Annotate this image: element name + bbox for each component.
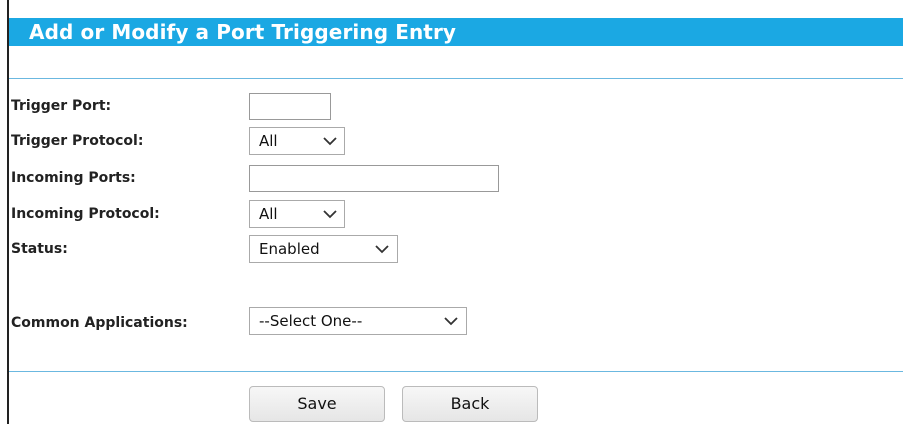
status-select[interactable]: Enabled bbox=[249, 235, 398, 263]
status-label: Status: bbox=[11, 241, 68, 257]
incoming-ports-label: Incoming Ports: bbox=[11, 170, 136, 186]
trigger-port-label: Trigger Port: bbox=[11, 98, 112, 114]
common-applications-select[interactable]: --Select One-- bbox=[249, 307, 467, 335]
back-button[interactable]: Back bbox=[402, 386, 538, 422]
common-applications-value: --Select One-- bbox=[259, 312, 363, 330]
panel-left-border bbox=[7, 0, 9, 424]
port-triggering-panel: Add or Modify a Port Triggering Entry Tr… bbox=[0, 0, 903, 424]
trigger-protocol-value: All bbox=[259, 132, 278, 150]
save-button[interactable]: Save bbox=[249, 386, 385, 422]
top-divider bbox=[9, 78, 903, 79]
status-value: Enabled bbox=[259, 240, 320, 258]
chevron-down-icon bbox=[323, 137, 337, 146]
chevron-down-icon bbox=[444, 317, 458, 326]
page-title: Add or Modify a Port Triggering Entry bbox=[29, 20, 457, 44]
incoming-ports-input[interactable] bbox=[249, 165, 499, 192]
trigger-protocol-select[interactable]: All bbox=[249, 127, 345, 155]
incoming-protocol-value: All bbox=[259, 205, 278, 223]
title-bar: Add or Modify a Port Triggering Entry bbox=[9, 18, 903, 46]
incoming-protocol-label: Incoming Protocol: bbox=[11, 206, 160, 222]
trigger-protocol-label: Trigger Protocol: bbox=[11, 133, 144, 149]
bottom-divider bbox=[9, 371, 903, 372]
trigger-port-input[interactable] bbox=[249, 93, 331, 120]
chevron-down-icon bbox=[375, 245, 389, 254]
incoming-protocol-select[interactable]: All bbox=[249, 200, 345, 228]
chevron-down-icon bbox=[323, 210, 337, 219]
common-applications-label: Common Applications: bbox=[11, 315, 188, 331]
